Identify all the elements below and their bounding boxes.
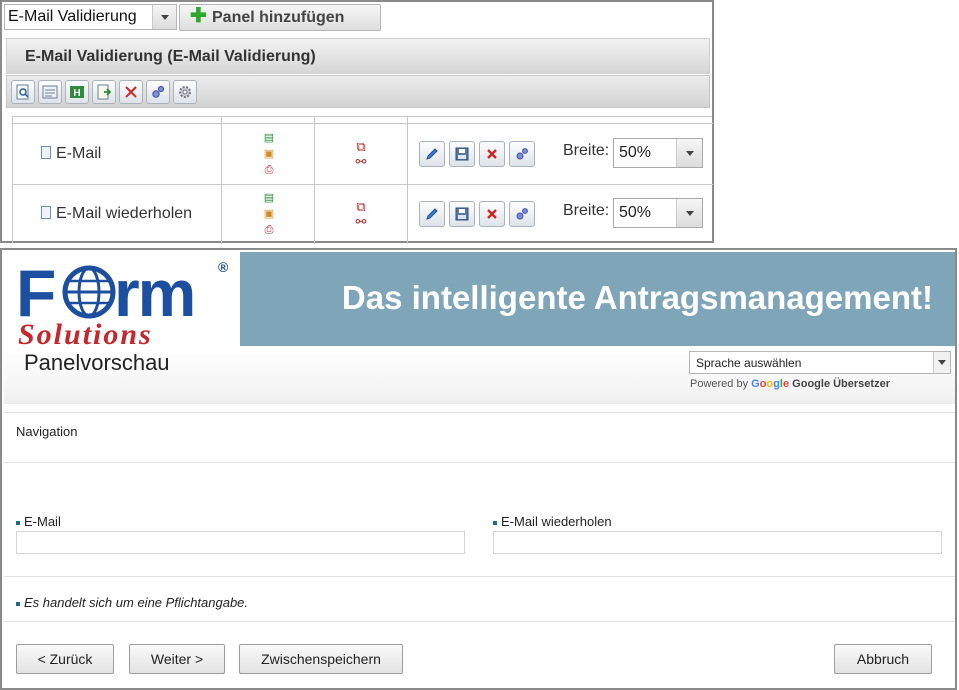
list-icon[interactable]: ▤ bbox=[261, 130, 277, 146]
settings-icon[interactable] bbox=[146, 80, 170, 104]
panel-editor: E-Mail Validierung ✚ Panel hinzufügen E-M… bbox=[0, 0, 714, 244]
document-icon bbox=[41, 146, 51, 159]
settings-icon[interactable] bbox=[509, 201, 535, 227]
form-solutions-logo: F rm ® Solutions bbox=[4, 252, 240, 351]
editor-toolbar: H bbox=[6, 75, 710, 108]
add-panel-button[interactable]: ✚ Panel hinzufügen bbox=[179, 4, 381, 31]
editor-header-title: E-Mail Validierung (E-Mail Validierung) bbox=[6, 38, 710, 74]
print-icon[interactable]: ⎙ bbox=[261, 222, 277, 238]
table-row: E-Mail ▤ ▣ ⎙ ⧉ ⚯ Breite: 50% bbox=[13, 125, 713, 184]
delete-icon[interactable] bbox=[479, 141, 505, 167]
brand-banner: Das intelligente Antragsmanagement! bbox=[240, 252, 955, 346]
width-select[interactable]: 50% bbox=[613, 198, 703, 228]
email-field[interactable] bbox=[16, 531, 465, 554]
page-title: Panelvorschau bbox=[24, 350, 170, 375]
width-select[interactable]: 50% bbox=[613, 138, 703, 168]
email-label: E-Mail bbox=[16, 514, 61, 529]
pdf-icon[interactable]: ▣ bbox=[261, 206, 277, 222]
element-name[interactable]: E-Mail bbox=[41, 145, 101, 163]
panel-preview: F rm ® Solutions Das intelligente Antrag… bbox=[0, 248, 957, 690]
chevron-down-icon[interactable] bbox=[676, 139, 702, 167]
panel-select[interactable]: E-Mail Validierung bbox=[4, 4, 177, 30]
width-select-value: 50% bbox=[619, 144, 652, 161]
conditions-icon[interactable]: ⧉ bbox=[351, 199, 371, 214]
save-icon[interactable] bbox=[449, 141, 475, 167]
google-logo: Google bbox=[751, 378, 790, 390]
language-select[interactable]: Sprache auswählen bbox=[689, 351, 951, 374]
required-hint: Es handelt sich um eine Pflichtangabe. bbox=[16, 595, 248, 610]
element-name[interactable]: E-Mail wiederholen bbox=[41, 205, 192, 223]
plus-icon: ✚ bbox=[190, 5, 207, 27]
edit-icon[interactable] bbox=[419, 141, 445, 167]
conditions-icon[interactable]: ⧉ bbox=[351, 139, 371, 154]
properties-icon[interactable] bbox=[38, 80, 62, 104]
back-button[interactable]: < Zurück bbox=[16, 644, 114, 674]
export-icon[interactable] bbox=[92, 80, 116, 104]
registered-mark: ® bbox=[218, 259, 229, 275]
width-select-value: 50% bbox=[619, 204, 652, 221]
next-button[interactable]: Weiter > bbox=[129, 644, 225, 674]
delete-icon[interactable] bbox=[479, 201, 505, 227]
chevron-down-icon[interactable] bbox=[676, 199, 702, 227]
chevron-down-icon[interactable] bbox=[152, 5, 176, 29]
settings-icon[interactable] bbox=[509, 141, 535, 167]
element-logic-icons: ⧉ ⚯ bbox=[351, 139, 371, 169]
svg-text:H: H bbox=[73, 88, 80, 99]
html-icon[interactable]: H bbox=[65, 80, 89, 104]
save-draft-button[interactable]: Zwischenspeichern bbox=[239, 644, 403, 674]
document-icon bbox=[41, 206, 51, 219]
svg-text:Solutions: Solutions bbox=[18, 318, 153, 346]
editor-topbar: E-Mail Validierung ✚ Panel hinzufügen bbox=[2, 2, 712, 32]
email-repeat-field[interactable] bbox=[493, 531, 942, 554]
add-panel-label: Panel hinzufügen bbox=[212, 9, 345, 26]
width-label: Breite: bbox=[563, 142, 610, 159]
navigation-label: Navigation bbox=[16, 424, 78, 439]
language-select-value: Sprache auswählen bbox=[696, 356, 802, 370]
element-mini-icons: ▤ ▣ ⎙ bbox=[261, 190, 277, 238]
save-icon[interactable] bbox=[449, 201, 475, 227]
email-repeat-label: E-Mail wiederholen bbox=[493, 514, 612, 529]
list-icon[interactable]: ▤ bbox=[261, 190, 277, 206]
element-mini-icons: ▤ ▣ ⎙ bbox=[261, 130, 277, 178]
delete-icon[interactable] bbox=[119, 80, 143, 104]
preview-header: Panelvorschau Sprache auswählen Powered … bbox=[4, 346, 955, 404]
preview-icon[interactable] bbox=[11, 80, 35, 104]
table-row: E-Mail wiederholen ▤ ▣ ⎙ ⧉ ⚯ Breite: 50% bbox=[13, 185, 713, 244]
element-table: E-Mail ▤ ▣ ⎙ ⧉ ⚯ Breite: 50% E-Mail wied… bbox=[12, 116, 713, 244]
google-translate-link[interactable]: Google Übersetzer bbox=[792, 378, 890, 390]
chevron-down-icon[interactable] bbox=[933, 352, 950, 373]
powered-by: Powered by Google Google Übersetzer bbox=[690, 378, 890, 390]
print-icon[interactable]: ⎙ bbox=[261, 162, 277, 178]
panel-select-value: E-Mail Validierung bbox=[8, 8, 137, 25]
dependency-icon[interactable]: ⚯ bbox=[351, 154, 371, 169]
dependency-icon[interactable]: ⚯ bbox=[351, 214, 371, 229]
width-label: Breite: bbox=[563, 202, 610, 219]
edit-icon[interactable] bbox=[419, 201, 445, 227]
element-logic-icons: ⧉ ⚯ bbox=[351, 199, 371, 229]
cancel-button[interactable]: Abbruch bbox=[834, 644, 932, 674]
pdf-icon[interactable]: ▣ bbox=[261, 146, 277, 162]
gear-icon[interactable] bbox=[173, 80, 197, 104]
